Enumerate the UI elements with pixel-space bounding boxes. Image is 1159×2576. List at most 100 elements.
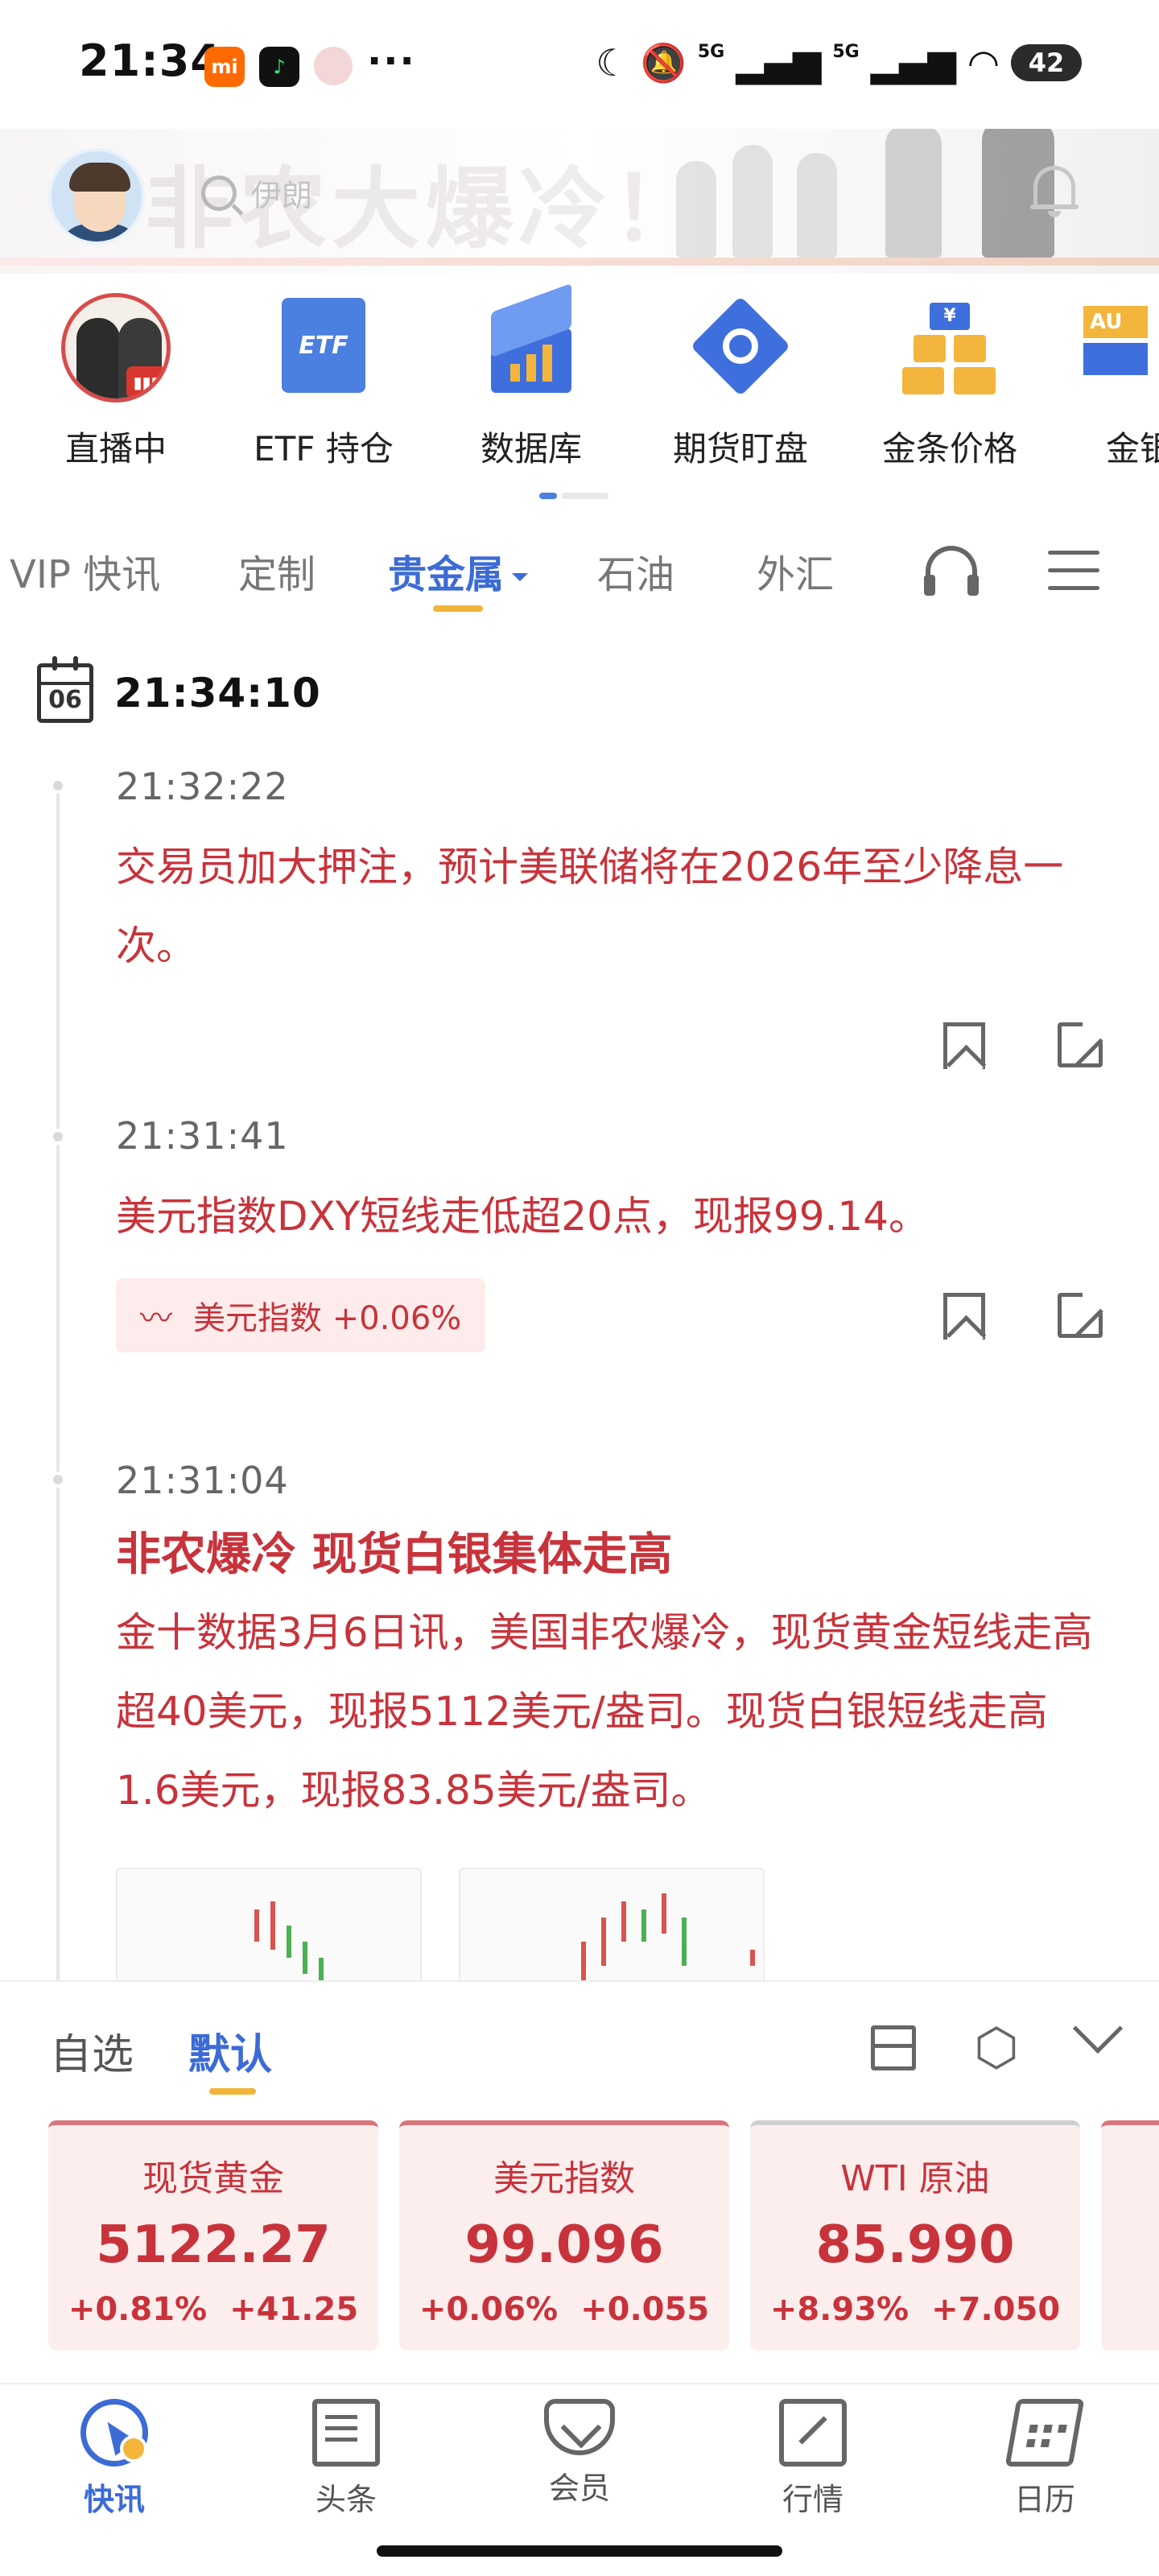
search-bar[interactable]: 伊朗 — [201, 171, 312, 215]
bookmark-icon[interactable] — [943, 1022, 985, 1069]
watchlist-panel: 自选 默认 ⬡ 现货黄金 5122.27 +0.81% +41.25 美元指数 9… — [0, 1980, 1159, 2375]
quote-change-abs: +7.050 — [931, 2291, 1061, 2328]
watchlist-tab-default[interactable]: 默认 — [188, 2021, 272, 2081]
timeline-dot — [50, 1472, 66, 1488]
nav-flash[interactable]: 快讯 — [42, 2399, 187, 2519]
shortcut-gold-price[interactable]: ¥ 金条价格 — [853, 290, 1046, 471]
news-item[interactable]: 21:31:41 美元指数DXY短线走低超20点，现报99.14。 — [116, 1114, 1106, 1256]
chevron-down-icon[interactable] — [1072, 2003, 1124, 2054]
timeline-dot — [50, 778, 66, 794]
user-avatar[interactable] — [48, 148, 145, 245]
shortcut-etf[interactable]: ETF ETF 持仓 — [227, 290, 420, 471]
quote-card[interactable]: WTI 原油 85.990 +8.93% +7.050 — [750, 2120, 1080, 2351]
nav-label: 行情 — [782, 2482, 843, 2517]
news-item[interactable]: 21:32:22 交易员加大押注，预计美联储将在2026年至少降息一次。 — [116, 765, 1106, 985]
news-feed: 06 21:34:10 21:32:22 交易员加大押注，预计美联储将在2026… — [0, 628, 1159, 1980]
network-5g-label: 5G — [697, 41, 725, 62]
quote-name: 美元指数 — [493, 2158, 635, 2199]
calendar-icon: 06 — [37, 656, 93, 723]
music-app-icon: ♪ — [259, 47, 299, 87]
diamond-icon — [544, 2399, 615, 2455]
related-quote-tag[interactable]: 〰 美元指数 +0.06% — [116, 1278, 486, 1352]
quote-change: +8.93% +7.050 — [750, 2291, 1080, 2328]
tab-custom[interactable]: 定制 — [238, 543, 316, 599]
shortcut-label: ETF 持仓 — [254, 429, 394, 469]
gold-bar-icon: ¥ — [897, 298, 1002, 402]
shortcut-pager — [539, 493, 620, 499]
shortcut-futures[interactable]: 期货盯盘 — [644, 290, 837, 471]
shortcut-label: 期货盯盘 — [672, 429, 808, 469]
status-time: 21:34 — [79, 35, 221, 86]
menu-icon[interactable] — [1048, 551, 1099, 591]
tab-oil[interactable]: 石油 — [597, 543, 674, 599]
nav-headlines[interactable]: 头条 — [274, 2399, 419, 2519]
header-banner[interactable]: 非农大爆冷！ — [0, 129, 1159, 274]
news-actions — [943, 1289, 1107, 1340]
quote-change-pct: +8.93% — [769, 2291, 909, 2328]
quote-price: 99.096 — [464, 2215, 664, 2275]
flash-news-icon — [80, 2399, 148, 2467]
share-icon[interactable] — [1058, 1289, 1107, 1338]
nav-calendar[interactable]: 日历 — [972, 2399, 1117, 2519]
news-item[interactable]: 21:31:04 非农爆冷 现货白银集体走高 金十数据3月6日讯，美国非农爆冷，… — [116, 1459, 1106, 1830]
shortcut-live[interactable]: ▮▮▮ 直播中 — [19, 290, 212, 471]
avatar-app-icon — [314, 47, 353, 85]
live-badge-icon: ▮▮▮ — [126, 366, 167, 398]
tab-precious-metals[interactable]: 贵金属 — [388, 543, 529, 599]
moon-icon: ☾ — [596, 41, 629, 85]
chart-thumbnail[interactable] — [459, 1868, 765, 1980]
watchlist-tab-underline — [209, 2088, 256, 2095]
nav-market[interactable]: 行情 — [740, 2399, 885, 2519]
feed-current-time: 21:34:10 — [114, 670, 321, 716]
nav-label: 头条 — [315, 2482, 377, 2517]
quote-card-partial[interactable] — [1101, 2120, 1159, 2351]
tab-active-underline — [433, 605, 483, 612]
settings-hex-icon[interactable]: ⬡ — [974, 2022, 1019, 2074]
shortcut-label: 直播中 — [64, 429, 167, 469]
quote-change: +0.06% +0.055 — [399, 2291, 729, 2328]
headset-icon[interactable] — [922, 546, 980, 596]
shortcut-gold-silver[interactable]: AU 金银 — [1070, 290, 1159, 471]
nav-label: 日历 — [1013, 2482, 1075, 2517]
watchlist-tab-favorites[interactable]: 自选 — [50, 2021, 134, 2081]
bookmark-icon[interactable] — [943, 1293, 985, 1340]
etf-icon: ETF — [271, 298, 377, 402]
related-quote-label: 美元指数 +0.06% — [193, 1300, 462, 1337]
network-5g-label-2: 5G — [832, 41, 860, 62]
timeline-dot — [50, 1129, 66, 1145]
nav-vip[interactable]: 会员 — [507, 2399, 652, 2508]
pager-active-dot — [539, 493, 557, 499]
tab-forex[interactable]: 外汇 — [757, 543, 834, 599]
tab-vip-flash[interactable]: VIP 快讯 — [10, 543, 160, 599]
banner-divider — [0, 258, 1159, 266]
news-actions — [943, 1018, 1107, 1069]
layout-toggle-icon[interactable] — [871, 2025, 916, 2070]
more-notifications-icon: ··· — [367, 39, 416, 84]
news-headline: 非农爆冷 现货白银集体走高 — [116, 1528, 673, 1581]
quote-card[interactable]: 现货黄金 5122.27 +0.81% +41.25 — [48, 2120, 378, 2351]
notification-bell-icon[interactable] — [1030, 161, 1079, 219]
shortcut-label: 金银 — [1106, 429, 1159, 469]
chevron-down-icon — [512, 573, 529, 581]
database-icon — [479, 283, 584, 402]
pager-track — [562, 493, 608, 499]
chart-thumbnail[interactable] — [116, 1868, 422, 1980]
au-icon: AU — [1083, 298, 1159, 402]
futures-icon — [688, 295, 793, 411]
signal-icon: ▂▄▆ — [736, 41, 822, 85]
home-indicator[interactable] — [377, 2545, 782, 2557]
quote-name: 现货黄金 — [142, 2158, 284, 2199]
news-body: 金十数据3月6日讯，美国非农爆冷，现货黄金短线走高超40美元，现报5112美元/… — [116, 1609, 1093, 1814]
news-time: 21:32:22 — [116, 765, 289, 808]
shortcut-database[interactable]: 数据库 — [435, 283, 628, 471]
news-text: 美元指数DXY短线走低超20点，现报99.14。 — [116, 1193, 930, 1240]
category-tabs: VIP 快讯 定制 贵金属 石油 外汇 — [0, 531, 1159, 612]
quote-card[interactable]: 美元指数 99.096 +0.06% +0.055 — [399, 2120, 729, 2351]
market-trend-icon — [779, 2399, 847, 2467]
shortcut-row: ▮▮▮ 直播中 ETF ETF 持仓 数据库 期货盯盘 ¥ 金条价格 AU 金银 — [0, 283, 1159, 475]
shortcut-label: 数据库 — [480, 429, 582, 469]
status-indicators: ☾ 🔕 5G ▂▄▆ 5G ▂▄▆ ◠ 42 — [596, 40, 1082, 85]
share-icon[interactable] — [1058, 1018, 1107, 1067]
live-icon: ▮▮▮ — [61, 293, 171, 402]
news-text: 交易员加大押注，预计美联储将在2026年至少降息一次。 — [116, 844, 1064, 969]
